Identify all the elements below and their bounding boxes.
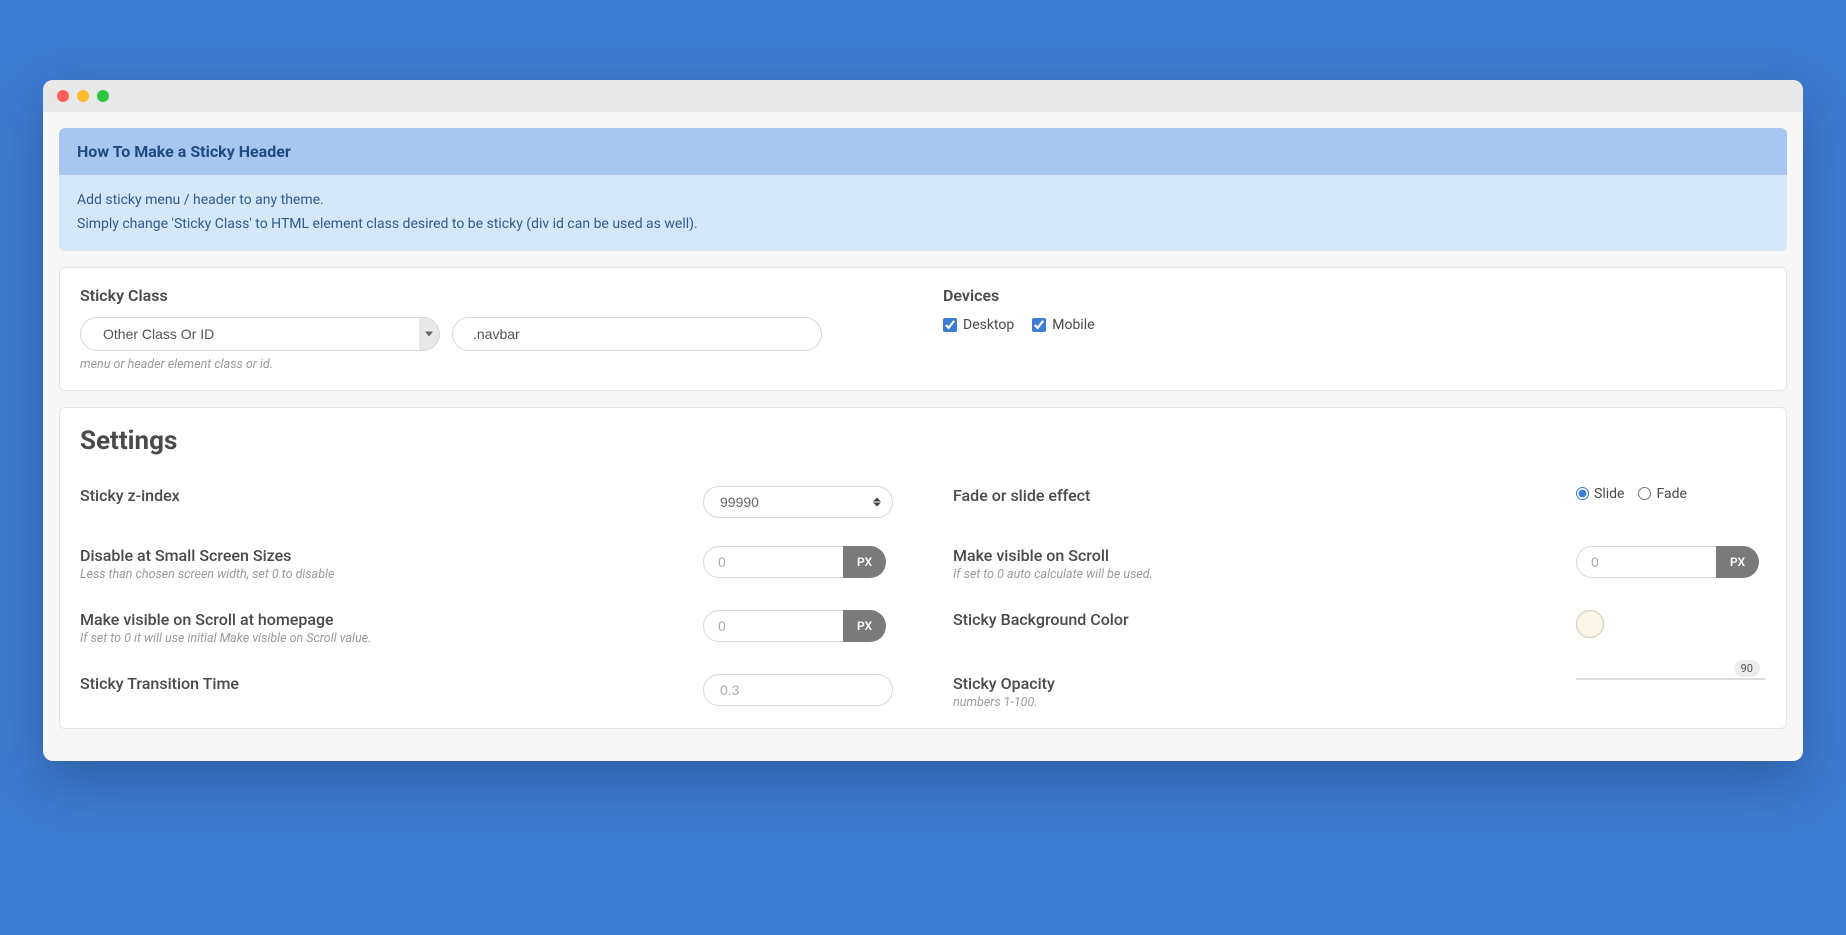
titlebar bbox=[43, 80, 1803, 112]
devices-label: Devices bbox=[943, 286, 1766, 305]
desktop-checkbox[interactable] bbox=[943, 318, 957, 332]
px-unit-badge: PX bbox=[1716, 546, 1759, 578]
sticky-class-section: Sticky Class Other Class Or ID menu or h… bbox=[80, 286, 903, 372]
transition-input[interactable] bbox=[703, 674, 893, 706]
fade-radio-wrap[interactable]: Fade bbox=[1638, 486, 1686, 502]
effect-label: Fade or slide effect bbox=[953, 486, 1090, 505]
disable-small-input[interactable] bbox=[703, 546, 843, 578]
sticky-class-card: Sticky Class Other Class Or ID menu or h… bbox=[59, 267, 1787, 391]
window-close-button[interactable] bbox=[57, 90, 69, 102]
bg-color-label: Sticky Background Color bbox=[953, 610, 1129, 629]
visible-home-input[interactable] bbox=[703, 610, 843, 642]
info-panel-body: Add sticky menu / header to any theme. S… bbox=[59, 175, 1787, 251]
slide-radio[interactable] bbox=[1576, 487, 1589, 500]
setting-bg-color: Sticky Background Color bbox=[953, 610, 1766, 646]
slide-radio-label: Slide bbox=[1594, 486, 1624, 502]
fade-radio-label: Fade bbox=[1656, 486, 1686, 502]
z-index-label: Sticky z-index bbox=[80, 486, 180, 505]
visible-scroll-input[interactable] bbox=[1576, 546, 1716, 578]
settings-title: Settings bbox=[80, 426, 1766, 456]
sticky-class-label: Sticky Class bbox=[80, 286, 903, 305]
sticky-class-select[interactable]: Other Class Or ID bbox=[80, 317, 440, 351]
info-line-1: Add sticky menu / header to any theme. bbox=[77, 189, 1769, 213]
z-index-input[interactable] bbox=[703, 486, 893, 518]
desktop-checkbox-wrap[interactable]: Desktop bbox=[943, 317, 1014, 333]
setting-opacity: Sticky Opacity numbers 1-100. 90 bbox=[953, 674, 1766, 710]
info-line-2: Simply change 'Sticky Class' to HTML ele… bbox=[77, 213, 1769, 237]
mobile-checkbox-label: Mobile bbox=[1052, 317, 1094, 333]
setting-visible-scroll: Make visible on Scroll If set to 0 auto … bbox=[953, 546, 1766, 582]
disable-small-label: Disable at Small Screen Sizes bbox=[80, 546, 334, 565]
fade-radio[interactable] bbox=[1638, 487, 1651, 500]
transition-label: Sticky Transition Time bbox=[80, 674, 239, 693]
settings-card: Settings Sticky z-index Fade bbox=[59, 407, 1787, 729]
visible-home-hint: If set to 0 it will use initial Make vis… bbox=[80, 631, 371, 646]
devices-section: Devices Desktop Mobile bbox=[943, 286, 1766, 372]
sticky-class-hint: menu or header element class or id. bbox=[80, 357, 903, 372]
content-area: How To Make a Sticky Header Add sticky m… bbox=[43, 112, 1803, 761]
sticky-class-input[interactable] bbox=[452, 317, 822, 351]
window-zoom-button[interactable] bbox=[97, 90, 109, 102]
slide-radio-wrap[interactable]: Slide bbox=[1576, 486, 1624, 502]
disable-small-hint: Less than chosen screen width, set 0 to … bbox=[80, 567, 334, 582]
px-unit-badge: PX bbox=[843, 546, 886, 578]
setting-transition: Sticky Transition Time bbox=[80, 674, 893, 710]
px-unit-badge: PX bbox=[843, 610, 886, 642]
setting-visible-home: Make visible on Scroll at homepage If se… bbox=[80, 610, 893, 646]
info-panel: How To Make a Sticky Header Add sticky m… bbox=[59, 128, 1787, 251]
visible-scroll-label: Make visible on Scroll bbox=[953, 546, 1153, 565]
window-minimize-button[interactable] bbox=[77, 90, 89, 102]
opacity-value-bubble: 90 bbox=[1734, 660, 1760, 677]
setting-z-index: Sticky z-index bbox=[80, 486, 893, 518]
opacity-slider[interactable]: 90 bbox=[1576, 674, 1766, 680]
mobile-checkbox-wrap[interactable]: Mobile bbox=[1032, 317, 1094, 333]
visible-scroll-hint: If set to 0 auto calculate will be used. bbox=[953, 567, 1153, 582]
opacity-hint: numbers 1-100. bbox=[953, 695, 1055, 710]
visible-home-label: Make visible on Scroll at homepage bbox=[80, 610, 371, 629]
opacity-label: Sticky Opacity bbox=[953, 674, 1055, 693]
desktop-checkbox-label: Desktop bbox=[963, 317, 1014, 333]
app-window: How To Make a Sticky Header Add sticky m… bbox=[43, 80, 1803, 761]
info-panel-title: How To Make a Sticky Header bbox=[59, 128, 1787, 175]
setting-effect: Fade or slide effect Slide Fade bbox=[953, 486, 1766, 518]
bg-color-swatch[interactable] bbox=[1576, 610, 1604, 638]
setting-disable-small: Disable at Small Screen Sizes Less than … bbox=[80, 546, 893, 582]
mobile-checkbox[interactable] bbox=[1032, 318, 1046, 332]
